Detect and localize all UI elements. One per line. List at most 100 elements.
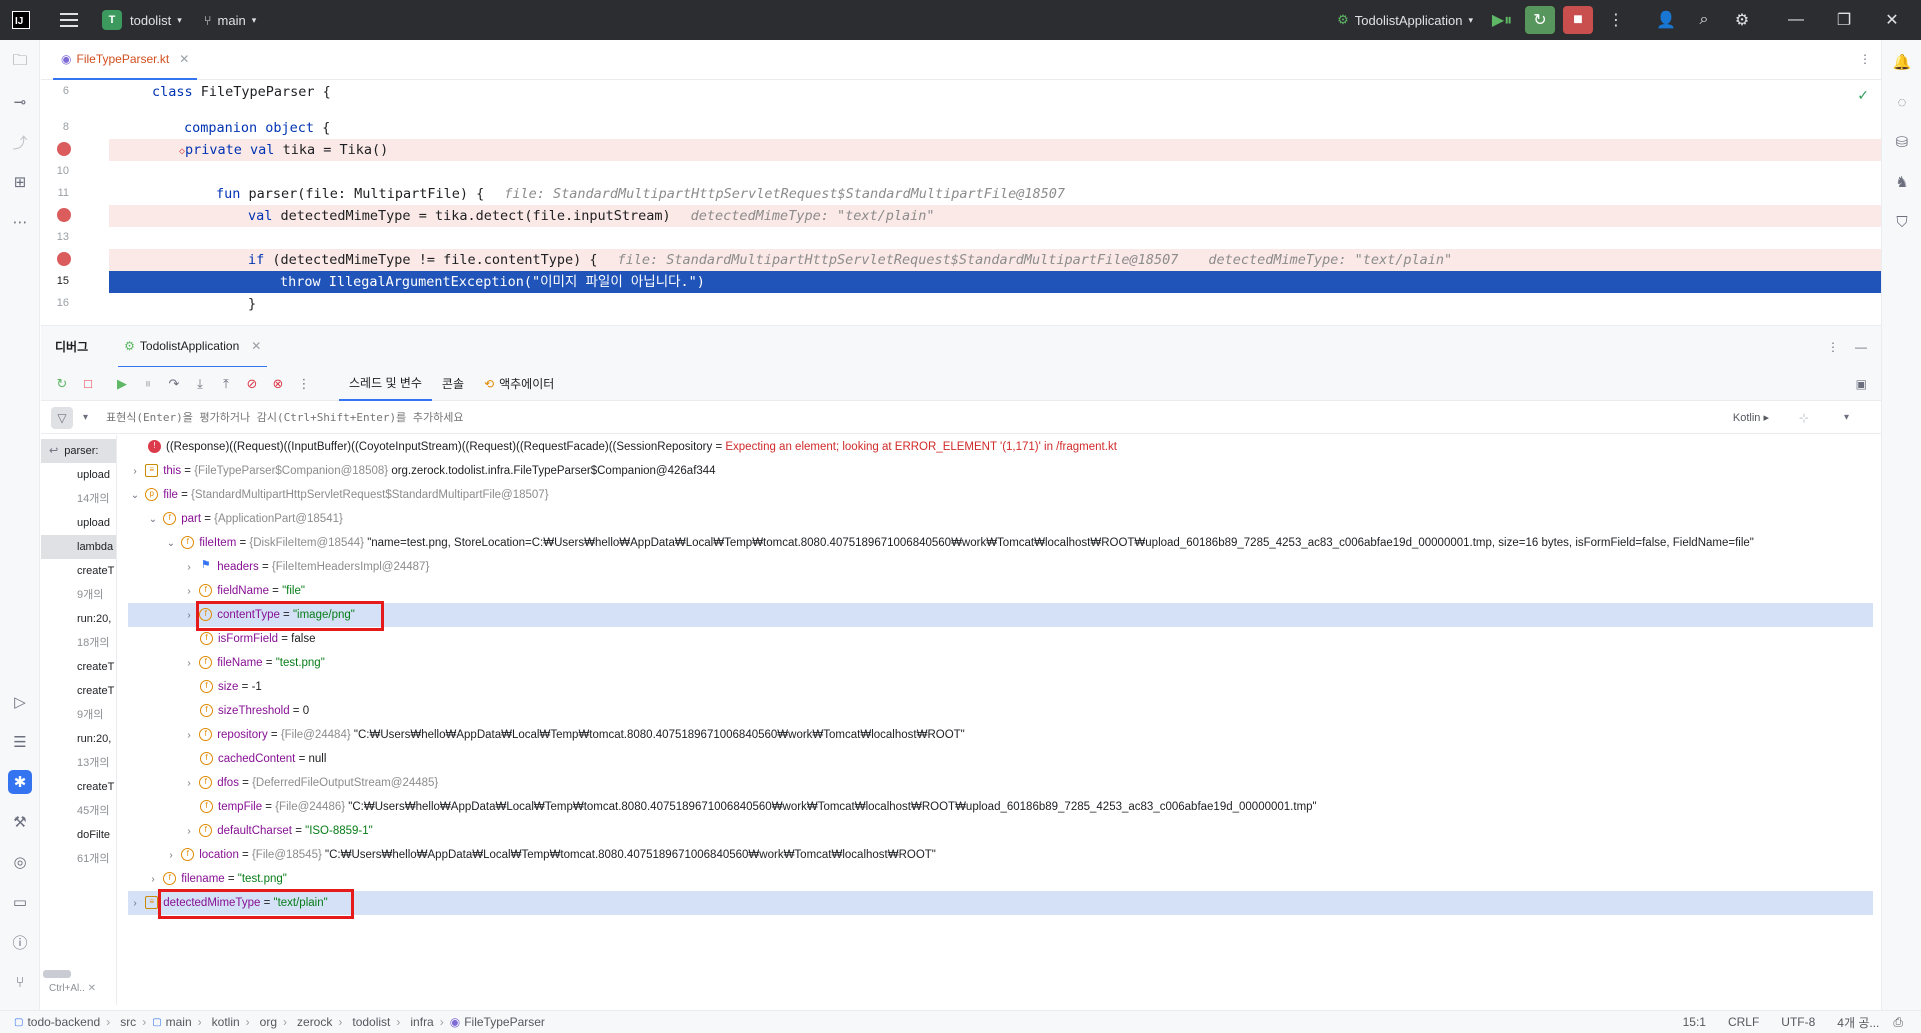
app-logo-icon[interactable]: IJ — [12, 11, 30, 29]
more-actions-icon[interactable]: ⋮ — [1601, 6, 1631, 34]
variable-row[interactable]: › f location = {File@18545} "C:₩Users₩hel… — [164, 843, 1881, 867]
filter-icon[interactable]: ▽ — [51, 406, 73, 429]
frame-item[interactable]: createT — [41, 559, 116, 583]
tab-actuator[interactable]: ⟲ 액추에이터 — [474, 367, 564, 401]
close-window-icon[interactable]: ✕ — [1877, 6, 1907, 34]
frame-item[interactable]: ↩ parser: — [41, 439, 116, 463]
variable-row[interactable]: f isFormField = false — [200, 627, 1881, 651]
breadcrumb-item[interactable]: main — [166, 1015, 192, 1029]
main-menu-icon[interactable] — [60, 13, 78, 27]
variable-row-error[interactable]: ! ((Response)((Request)((InputBuffer)((Co… — [148, 435, 1881, 459]
chevron-right-icon[interactable]: › — [128, 892, 142, 916]
hide-panel-icon[interactable]: — — [1855, 340, 1867, 354]
debug-bug-icon[interactable]: ✱ — [8, 770, 32, 794]
chevron-right-icon[interactable]: › — [182, 724, 196, 748]
chevron-right-icon[interactable]: › — [128, 460, 142, 484]
more-icon[interactable]: ⋮ — [293, 373, 315, 395]
line-separator[interactable]: CRLF — [1728, 1015, 1759, 1029]
frame-item[interactable]: 14개의 — [41, 487, 116, 511]
run-icon[interactable]: ▷ — [8, 690, 32, 714]
run-config-selector[interactable]: ⚙ TodolistApplication ▾ — [1337, 12, 1473, 28]
chevron-down-icon[interactable]: ⌄ — [128, 484, 142, 508]
security-shield-icon[interactable]: ⛉ — [1890, 210, 1914, 234]
terminal-icon[interactable]: ▭ — [8, 890, 32, 914]
file-encoding[interactable]: UTF-8 — [1781, 1015, 1815, 1029]
variable-row[interactable]: › f repository = {File@24484} "C:₩Users₩h… — [182, 723, 1881, 747]
chevron-right-icon[interactable]: › — [182, 820, 196, 844]
variable-row[interactable]: › ≡ this = {FileTypeParser$Companion@1850… — [128, 459, 1873, 483]
breadcrumb-item[interactable]: zerock — [297, 1015, 332, 1029]
variable-row[interactable]: › f filename = "test.png" — [146, 867, 1881, 891]
view-breakpoints-icon[interactable]: ⊘ — [241, 373, 263, 395]
variable-row[interactable]: f tempFile = {File@24486} "C:₩Users₩hello… — [200, 795, 1881, 819]
layout-icon[interactable]: ▣ — [1856, 377, 1867, 391]
breadcrumb-item[interactable]: infra — [410, 1015, 433, 1029]
add-watch-icon[interactable]: ⊹ — [1799, 411, 1809, 425]
frame-item[interactable]: upload — [41, 511, 116, 535]
pause-icon[interactable]: ⏸ — [137, 373, 159, 395]
breakpoint-icon[interactable] — [57, 208, 71, 222]
add-user-icon[interactable]: 👤 — [1651, 6, 1681, 34]
mute-breakpoints-icon[interactable]: ⊗ — [267, 373, 289, 395]
expand-history-icon[interactable]: ▾ — [1844, 412, 1849, 423]
resume-icon[interactable]: ▶⏸ — [1487, 6, 1517, 34]
breadcrumb-item[interactable]: src — [120, 1015, 136, 1029]
database-icon[interactable]: ⛁ — [1890, 130, 1914, 154]
project-folder-icon[interactable]: 🗀 — [8, 50, 32, 74]
git-icon[interactable]: ⑂ — [8, 970, 32, 994]
ai-assistant-icon[interactable]: ◌ — [1890, 90, 1914, 114]
search-icon[interactable]: ⌕ — [1689, 6, 1719, 34]
frame-item[interactable]: createT — [41, 775, 116, 799]
stop-icon[interactable]: □ — [77, 373, 99, 395]
breadcrumb-item[interactable]: todo-backend — [27, 1015, 100, 1029]
frame-item[interactable]: 18개의 — [41, 631, 116, 655]
more-tools-icon[interactable]: ⋯ — [8, 210, 32, 234]
tab-threads-variables[interactable]: 스레드 및 변수 — [339, 367, 432, 401]
breakpoint-icon[interactable] — [57, 252, 71, 266]
notifications-bell-icon[interactable]: 🔔 — [1890, 50, 1914, 74]
caret-position[interactable]: 15:1 — [1683, 1015, 1706, 1029]
rerun-icon[interactable]: ↻ — [51, 373, 73, 395]
frame-item[interactable]: 9개의 — [41, 703, 116, 727]
chevron-right-icon[interactable]: › — [182, 772, 196, 796]
commit-icon[interactable]: ⊸ — [8, 90, 32, 114]
frame-item[interactable]: lambda — [41, 535, 116, 559]
code-editor[interactable]: ✓ 6 class FileTypeParser { 8 companion o… — [41, 81, 1881, 324]
language-selector[interactable]: Kotlin ▸ — [1733, 411, 1769, 424]
frame-item[interactable]: 9개의 — [41, 583, 116, 607]
breadcrumb-item[interactable]: FileTypeParser — [464, 1015, 545, 1029]
variable-row[interactable]: f cachedContent = null — [200, 747, 1881, 771]
variable-row[interactable]: › f defaultCharset = "ISO-8859-1" — [182, 819, 1881, 843]
session-tab[interactable]: ⚙ TodolistApplication ✕ — [118, 326, 268, 368]
chevron-right-icon[interactable]: › — [182, 652, 196, 676]
frame-item[interactable]: 61개의 — [41, 847, 116, 871]
minimize-window-icon[interactable]: — — [1781, 6, 1811, 34]
more-options-icon[interactable]: ⋮ — [1827, 340, 1839, 354]
variable-row[interactable]: › ⚑ headers = {FileItemHeadersImpl@24487} — [182, 555, 1881, 579]
breadcrumb-item[interactable]: todolist — [352, 1015, 390, 1029]
branch-switcher[interactable]: ⑂ main ▾ — [204, 13, 257, 28]
variable-row[interactable]: ⌄ f fileItem = {DiskFileItem@18544} "name… — [164, 531, 1881, 555]
settings-gear-icon[interactable]: ⚙ — [1727, 6, 1757, 34]
tab-console[interactable]: 콘솔 — [432, 367, 474, 401]
services-icon[interactable]: ◎ — [8, 850, 32, 874]
breadcrumb-item[interactable]: kotlin — [212, 1015, 240, 1029]
variable-row[interactable]: f size = -1 — [200, 675, 1881, 699]
readonly-lock-icon[interactable]: ⎙ — [1893, 1015, 1903, 1030]
variable-row[interactable]: › f dfos = {DeferredFileOutputStream@2448… — [182, 771, 1881, 795]
evaluate-expression-input[interactable] — [106, 411, 1307, 424]
frame-item[interactable]: run:20, — [41, 607, 116, 631]
frame-item[interactable]: doFilte — [41, 823, 116, 847]
breakpoint-icon[interactable] — [57, 142, 71, 156]
close-icon[interactable]: ✕ — [88, 983, 96, 994]
gradle-elephant-icon[interactable]: ♞ — [1890, 170, 1914, 194]
chevron-right-icon[interactable]: › — [182, 580, 196, 604]
variable-row-selected[interactable]: › ≡ detectedMimeType = "text/plain" — [128, 891, 1873, 915]
chevron-right-icon[interactable]: › — [182, 604, 196, 628]
close-tab-icon[interactable]: ✕ — [179, 52, 189, 66]
project-switcher[interactable]: todolist ▾ — [130, 13, 182, 28]
todo-list-icon[interactable]: ☰ — [8, 730, 32, 754]
chevron-down-icon[interactable]: ⌄ — [146, 508, 160, 532]
step-out-icon[interactable]: ⤒ — [215, 373, 237, 395]
restore-window-icon[interactable]: ❐ — [1829, 6, 1859, 34]
